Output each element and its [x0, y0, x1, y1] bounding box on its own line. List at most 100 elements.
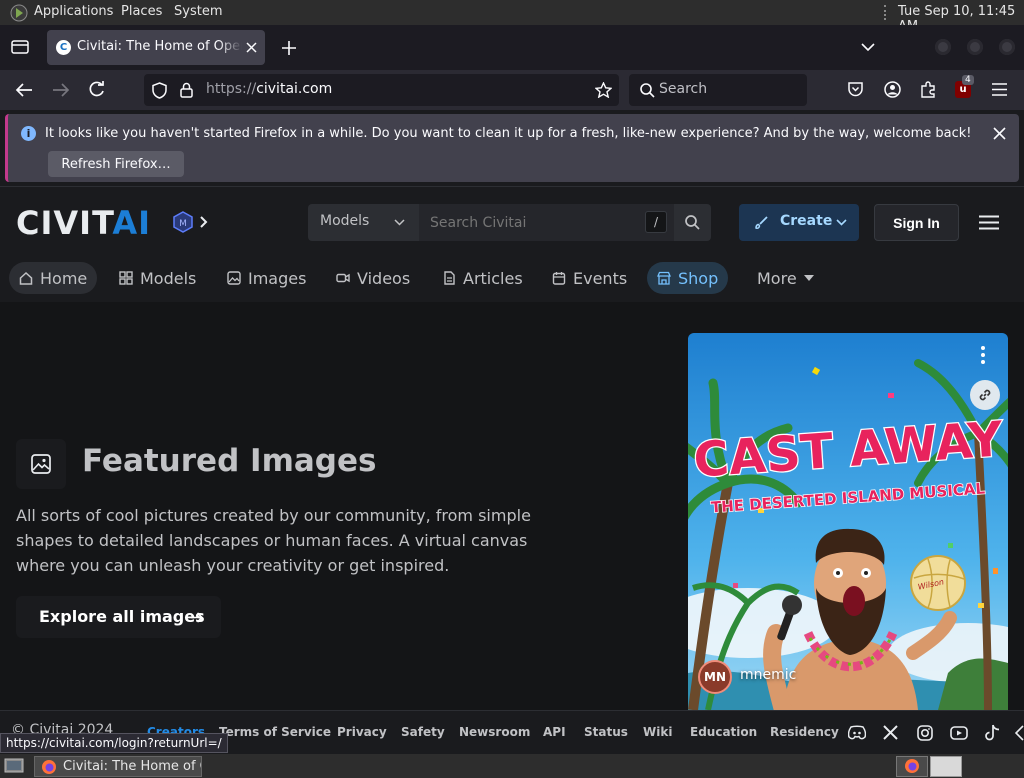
hamburger-menu-icon[interactable] [992, 83, 1007, 96]
caret-down-icon [803, 275, 814, 281]
card-menu-dots-icon[interactable] [980, 345, 986, 365]
maximize-window-icon[interactable] [967, 39, 983, 55]
url-scheme: https:// [206, 81, 257, 97]
footer-link-education[interactable]: Education [690, 725, 757, 739]
featured-images-title: Featured Images [82, 443, 377, 479]
tiktok-icon[interactable] [985, 724, 1000, 741]
minimize-window-icon[interactable] [935, 39, 951, 55]
calendar-icon [552, 272, 566, 285]
link-icon [979, 389, 991, 401]
grid-icon [119, 271, 133, 285]
browser-search-bar[interactable]: Search [629, 74, 807, 106]
search-icon [685, 215, 700, 230]
info-icon: i [21, 126, 36, 141]
site-search-input[interactable] [419, 204, 674, 241]
more-social-icon[interactable] [1015, 725, 1024, 741]
brush-icon [755, 216, 768, 229]
search-type-value: Models [320, 213, 370, 229]
brand-badge-icon[interactable]: M [172, 211, 194, 233]
back-arrow-icon[interactable] [15, 82, 33, 98]
chevron-right-icon[interactable] [200, 216, 208, 228]
tracking-shield-icon[interactable] [152, 82, 167, 99]
footer-link-safety[interactable]: Safety [401, 725, 445, 739]
author-name[interactable]: mnemic [740, 667, 796, 683]
url-text[interactable]: https://civitai.com [206, 81, 332, 97]
featured-image-card[interactable]: CAST AWAY THE DESERTED ISLAND MUSICAL Wi… [688, 333, 1008, 710]
arrow-right-icon [191, 612, 204, 623]
workspace-switcher[interactable] [896, 756, 928, 777]
footer-link-api[interactable]: API [543, 725, 566, 739]
explore-all-images-button[interactable]: Explore all images [16, 596, 221, 638]
featured-images-description: All sorts of cool pictures created by ou… [16, 506, 531, 575]
nav-events[interactable]: Events [542, 262, 637, 294]
close-window-icon[interactable] [999, 39, 1015, 55]
sign-in-button[interactable]: Sign In [874, 204, 959, 241]
featured-images-badge [16, 439, 66, 489]
places-menu[interactable]: Places [121, 4, 162, 19]
system-top-panel: Applications Places System Tue Sep 10, 1… [0, 0, 1024, 34]
close-tab-icon[interactable] [246, 42, 257, 53]
refresh-firefox-button[interactable]: Refresh Firefox… [48, 151, 184, 177]
footer-link-privacy[interactable]: Privacy [337, 725, 387, 739]
file-icon [444, 271, 455, 285]
instagram-icon[interactable] [917, 725, 933, 741]
distro-logo-icon[interactable] [10, 4, 28, 22]
tab-civitai[interactable]: C Civitai: The Home of Open-Source Gener… [47, 30, 265, 65]
account-icon[interactable] [884, 81, 901, 98]
nav-more[interactable]: More [747, 262, 824, 294]
nav-videos-label: Videos [357, 268, 411, 288]
list-tabs-chevron-icon[interactable] [861, 43, 875, 52]
url-bar[interactable]: https://civitai.com [144, 74, 619, 106]
nav-images[interactable]: Images [217, 262, 316, 294]
author-avatar[interactable]: MN [698, 660, 732, 694]
discord-icon[interactable] [848, 725, 866, 740]
applications-menu[interactable]: Applications [34, 4, 113, 19]
nav-models[interactable]: Models [109, 262, 206, 294]
workspace-2[interactable] [930, 756, 962, 777]
nav-articles[interactable]: Articles [432, 262, 533, 294]
bottom-panel: Civitai: The Home of Open-Source Generat… [0, 754, 1024, 778]
video-icon [336, 273, 350, 283]
logo-part-ai: AI [112, 204, 152, 242]
home-icon [19, 271, 33, 285]
civitai-favicon-icon: C [56, 40, 71, 55]
new-tab-icon[interactable] [282, 41, 296, 55]
footer-link-status[interactable]: Status [584, 725, 628, 739]
youtube-icon[interactable] [950, 726, 968, 740]
remix-link-button[interactable] [970, 380, 1000, 410]
site-menu-icon[interactable] [979, 215, 999, 230]
search-placeholder: Search [659, 81, 708, 97]
lock-icon[interactable] [180, 82, 193, 98]
explore-label: Explore all images [39, 607, 205, 626]
site-search-button[interactable] [674, 204, 711, 241]
extensions-puzzle-icon[interactable] [920, 81, 937, 98]
site-header: CIVITAI M Models / Create Sign In [0, 186, 1024, 256]
footer-link-wiki[interactable]: Wiki [643, 725, 672, 739]
nav-home[interactable]: Home [9, 262, 98, 294]
cast-away-poster-image: CAST AWAY THE DESERTED ISLAND MUSICAL Wi… [688, 333, 1008, 710]
url-host: civitai.com [256, 81, 333, 97]
civitai-logo[interactable]: CIVITAI [16, 207, 151, 239]
search-type-select[interactable]: Models [308, 204, 419, 241]
footer-link-terms[interactable]: Terms of Service [219, 725, 331, 739]
tab-strip: C Civitai: The Home of Open-Source Gener… [0, 25, 1024, 70]
nav-home-label: Home [40, 268, 88, 288]
refresh-firefox-notification: i It looks like you haven't started Fire… [5, 114, 1019, 182]
footer-link-residency[interactable]: Residency [770, 725, 839, 739]
reload-icon[interactable] [88, 81, 105, 98]
x-twitter-icon[interactable] [883, 725, 898, 740]
system-menu[interactable]: System [174, 4, 222, 19]
close-notification-icon[interactable] [993, 127, 1006, 140]
pocket-icon[interactable] [847, 81, 864, 98]
bookmark-star-icon[interactable] [595, 82, 612, 98]
firefox-icon [42, 760, 56, 774]
taskbar-window-firefox[interactable]: Civitai: The Home of Open-Source Generat… [34, 756, 202, 777]
nav-shop[interactable]: Shop [647, 262, 729, 294]
nav-videos[interactable]: Videos [326, 262, 420, 294]
svg-text:M: M [179, 219, 187, 229]
footer-link-newsroom[interactable]: Newsroom [459, 725, 530, 739]
nav-events-label: Events [573, 268, 628, 288]
firefox-view-icon[interactable] [11, 39, 29, 55]
create-button[interactable]: Create [739, 204, 859, 241]
show-desktop-icon[interactable] [4, 757, 24, 775]
